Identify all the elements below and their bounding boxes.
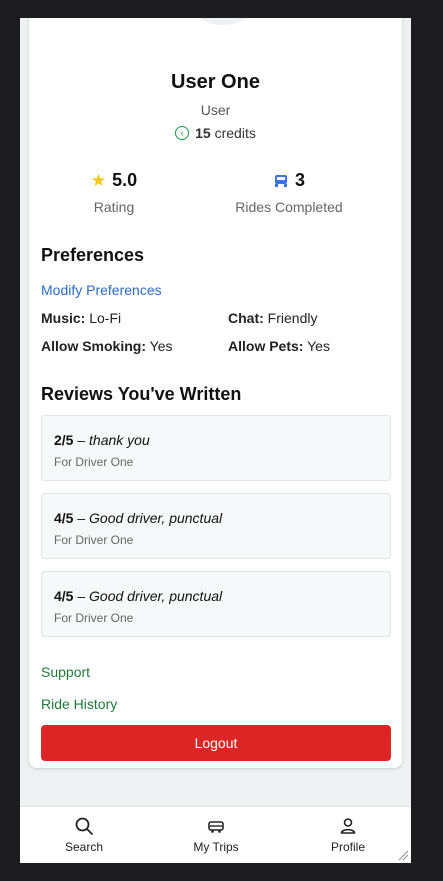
review-comment: Good driver, punctual <box>89 588 223 604</box>
nav-profile[interactable]: Profile <box>298 816 398 854</box>
ride-history-link[interactable]: Ride History <box>41 696 117 712</box>
review-separator: – <box>77 432 86 448</box>
user-name: User One <box>171 71 260 93</box>
nav-search[interactable]: Search <box>34 816 134 854</box>
credits-balance: ‹ 15 credits <box>29 125 402 141</box>
rating-stat: ★ 5.0 Rating <box>24 170 204 215</box>
review-score: 4/5 <box>54 588 74 604</box>
pref-music-label: Music: <box>41 310 86 326</box>
nav-trips[interactable]: My Trips <box>166 816 266 854</box>
review-text: 2/5 – thank you <box>54 432 150 448</box>
resize-handle-icon[interactable] <box>397 849 409 861</box>
bottom-nav: Search My Trips Profile <box>20 806 411 863</box>
star-icon: ★ <box>90 170 107 190</box>
avatar-image <box>178 18 268 25</box>
preferences-title: Preferences <box>41 245 145 265</box>
review-card: 2/5 – thank you For Driver One <box>41 415 391 481</box>
pref-chat: Chat: Friendly <box>228 310 317 326</box>
review-card: 4/5 – Good driver, punctual For Driver O… <box>41 493 391 559</box>
review-driver: For Driver One <box>54 611 134 625</box>
pref-smoking-label: Allow Smoking: <box>41 338 146 354</box>
review-driver: For Driver One <box>54 455 134 469</box>
review-score: 4/5 <box>54 510 74 526</box>
review-separator: – <box>77 510 86 526</box>
rides-label: Rides Completed <box>235 199 343 215</box>
review-comment: thank you <box>89 432 150 448</box>
profile-icon <box>340 818 356 834</box>
support-link[interactable]: Support <box>41 664 90 680</box>
review-separator: – <box>77 588 86 604</box>
review-text: 4/5 – Good driver, punctual <box>54 588 222 604</box>
pref-smoking-value: Yes <box>149 338 173 354</box>
reviews-title: Reviews You've Written <box>41 384 242 404</box>
credit-coin-icon: ‹ <box>175 126 190 140</box>
pref-pets: Allow Pets: Yes <box>228 338 330 354</box>
review-score: 2/5 <box>54 432 74 448</box>
modify-preferences-link[interactable]: Modify Preferences <box>41 282 162 298</box>
pref-smoking: Allow Smoking: Yes <box>41 338 172 354</box>
avatar <box>175 18 271 28</box>
pref-music: Music: Lo-Fi <box>41 310 121 326</box>
pref-chat-label: Chat: <box>228 310 264 326</box>
trips-car-icon <box>208 821 224 833</box>
car-icon <box>274 174 287 187</box>
nav-profile-label: Profile <box>330 840 365 854</box>
review-card: 4/5 – Good driver, punctual For Driver O… <box>41 571 391 637</box>
search-icon <box>75 817 93 835</box>
rating-label: Rating <box>93 199 135 215</box>
user-role: User <box>200 102 231 118</box>
credits-value: 15 <box>195 125 211 141</box>
app-viewport: User One User ‹ 15 credits ★ 5.0 Rating … <box>20 18 411 863</box>
review-text: 4/5 – Good driver, punctual <box>54 510 222 526</box>
nav-search-label: Search <box>64 840 104 854</box>
credits-label: credits <box>214 125 256 141</box>
nav-trips-label: My Trips <box>193 840 239 854</box>
profile-card: User One User ‹ 15 credits ★ 5.0 Rating … <box>29 18 402 768</box>
rating-value: 5.0 <box>112 170 138 190</box>
rides-value: 3 <box>294 170 305 190</box>
pref-chat-value: Friendly <box>267 310 318 326</box>
logout-button[interactable]: Logout <box>41 725 391 761</box>
pref-pets-value: Yes <box>307 338 330 354</box>
rides-stat: 3 Rides Completed <box>199 170 379 215</box>
pref-music-value: Lo-Fi <box>89 310 122 326</box>
review-driver: For Driver One <box>54 533 134 547</box>
review-comment: Good driver, punctual <box>89 510 223 526</box>
pref-pets-label: Allow Pets: <box>228 338 304 354</box>
